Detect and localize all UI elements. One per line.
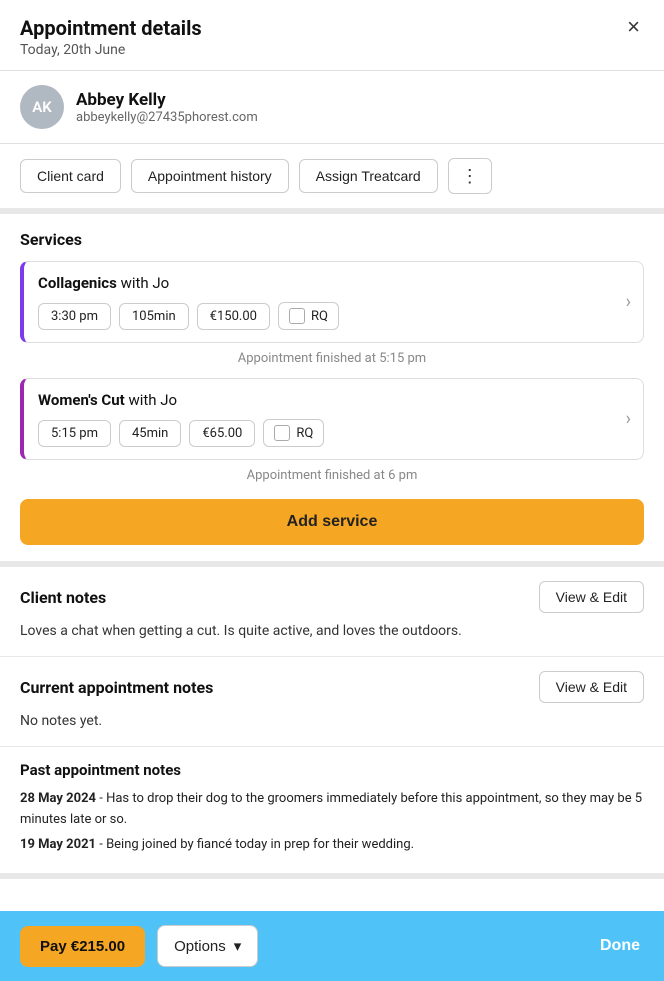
client-notes-text: Loves a chat when getting a cut. Is quit… <box>20 621 644 642</box>
current-notes-title: Current appointment notes <box>20 678 213 697</box>
service-duration-womens-cut: 45min <box>119 420 181 447</box>
finished-text-womens-cut: Appointment finished at 6 pm <box>20 468 644 483</box>
past-note-2-text: - Being joined by fiancé today in prep f… <box>99 837 414 852</box>
done-button[interactable]: Done <box>596 929 644 963</box>
pay-button[interactable]: Pay €215.00 <box>20 926 145 967</box>
past-notes-title: Past appointment notes <box>20 761 644 779</box>
service-name-womens-cut: Women's Cut with Jo <box>38 391 629 409</box>
past-note-1-text: - Has to drop their dog to the groomers … <box>20 791 642 827</box>
service-rq-collagenics: RQ <box>278 302 339 330</box>
current-notes-view-edit-button[interactable]: View & Edit <box>539 671 644 703</box>
service-rq-womens-cut: RQ <box>263 419 324 447</box>
client-notes-view-edit-button[interactable]: View & Edit <box>539 581 644 613</box>
rq-checkbox-collagenics[interactable] <box>289 308 305 324</box>
options-label: Options <box>174 938 226 955</box>
appointment-history-button[interactable]: Appointment history <box>131 159 289 193</box>
client-notes-title: Client notes <box>20 588 106 607</box>
service-card-collagenics[interactable]: Collagenics with Jo 3:30 pm 105min €150.… <box>20 261 644 343</box>
client-email: abbeykelly@27435phorest.com <box>76 110 258 125</box>
service-time-collagenics: 3:30 pm <box>38 303 111 330</box>
current-notes-header: Current appointment notes View & Edit <box>20 671 644 703</box>
past-note-1-date: 28 May 2024 <box>20 791 96 806</box>
service-tags-womens-cut: 5:15 pm 45min €65.00 RQ <box>38 419 629 447</box>
chevron-down-icon: ▾ <box>234 937 242 955</box>
service-duration-collagenics: 105min <box>119 303 189 330</box>
past-note-2-date: 19 May 2021 <box>20 837 96 852</box>
options-button[interactable]: Options ▾ <box>157 925 258 967</box>
past-note-2: 19 May 2021 - Being joined by fiancé tod… <box>20 835 644 856</box>
avatar: AK <box>20 85 64 129</box>
client-card-button[interactable]: Client card <box>20 159 121 193</box>
service-tags-collagenics: 3:30 pm 105min €150.00 RQ <box>38 302 629 330</box>
client-notes-section: Client notes View & Edit Loves a chat wh… <box>0 567 664 657</box>
more-options-button[interactable]: ⋮ <box>448 158 492 194</box>
close-button[interactable]: × <box>623 16 644 38</box>
services-section: Services Collagenics with Jo 3:30 pm 105… <box>0 214 664 567</box>
finished-text-collagenics: Appointment finished at 5:15 pm <box>20 351 644 366</box>
service-card-womens-cut[interactable]: Women's Cut with Jo 5:15 pm 45min €65.00… <box>20 378 644 460</box>
service-name-collagenics: Collagenics with Jo <box>38 274 629 292</box>
client-row: AK Abbey Kelly abbeykelly@27435phorest.c… <box>0 71 664 144</box>
client-info: Abbey Kelly abbeykelly@27435phorest.com <box>76 90 258 125</box>
footer-bar: Pay €215.00 Options ▾ Done <box>0 911 664 981</box>
page-title: Appointment details <box>20 16 202 40</box>
rq-checkbox-womens-cut[interactable] <box>274 425 290 441</box>
chevron-right-icon-womens-cut: › <box>626 409 631 430</box>
service-time-womens-cut: 5:15 pm <box>38 420 111 447</box>
current-appointment-notes-section: Current appointment notes View & Edit No… <box>0 657 664 747</box>
action-buttons-row: Client card Appointment history Assign T… <box>0 144 664 214</box>
client-name: Abbey Kelly <box>76 90 258 110</box>
client-notes-header: Client notes View & Edit <box>20 581 644 613</box>
current-notes-text: No notes yet. <box>20 711 644 732</box>
modal: Appointment details Today, 20th June × A… <box>0 0 664 981</box>
service-price-womens-cut: €65.00 <box>189 420 255 447</box>
past-note-1: 28 May 2024 - Has to drop their dog to t… <box>20 789 644 831</box>
appointment-header: Appointment details Today, 20th June × <box>0 0 664 71</box>
past-appointment-notes-section: Past appointment notes 28 May 2024 - Has… <box>0 747 664 879</box>
services-title: Services <box>20 230 644 249</box>
chevron-right-icon-collagenics: › <box>626 292 631 313</box>
add-service-button[interactable]: Add service <box>20 499 644 545</box>
service-price-collagenics: €150.00 <box>197 303 270 330</box>
appointment-date: Today, 20th June <box>20 42 202 58</box>
assign-treatcard-button[interactable]: Assign Treatcard <box>299 159 438 193</box>
